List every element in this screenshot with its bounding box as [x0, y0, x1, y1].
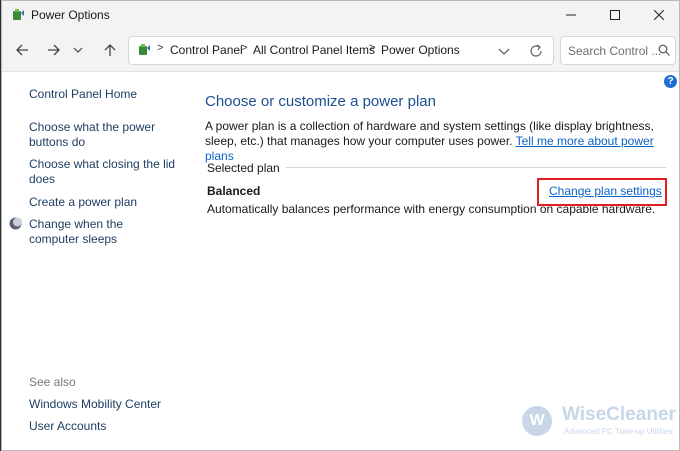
minimize-button[interactable]	[549, 1, 593, 29]
power-options-icon	[137, 43, 151, 57]
close-button[interactable]	[637, 1, 679, 29]
navigation-bar: > Control Panel > All Control Panel Item…	[2, 29, 679, 72]
power-options-window: Power Options > Control Panel > All Cont…	[1, 0, 680, 451]
breadcrumb-power-options[interactable]: Power Options	[381, 43, 460, 57]
mobility-center-link[interactable]: Windows Mobility Center	[29, 397, 179, 412]
close-icon	[654, 10, 664, 20]
moon-icon	[9, 217, 22, 230]
selected-plan-heading: Selected plan	[207, 161, 286, 175]
create-power-plan-link[interactable]: Create a power plan	[29, 195, 179, 210]
address-bar[interactable]: > Control Panel > All Control Panel Item…	[128, 36, 554, 65]
power-options-icon	[11, 8, 25, 22]
breadcrumb-separator: >	[369, 42, 376, 54]
maximize-icon	[610, 10, 620, 20]
control-panel-home-link[interactable]: Control Panel Home	[29, 87, 179, 102]
maximize-button[interactable]	[593, 1, 637, 29]
watermark-tagline: Advanced PC Tune-up Utilities	[564, 427, 673, 436]
logo-letter: W	[529, 412, 545, 429]
plan-name: Balanced	[207, 184, 261, 198]
user-accounts-link[interactable]: User Accounts	[29, 419, 179, 434]
recent-locations-button[interactable]	[70, 39, 86, 61]
see-also-label: See also	[29, 375, 76, 389]
breadcrumb-separator: >	[157, 42, 164, 54]
forward-button[interactable]	[43, 39, 65, 61]
chevron-down-icon	[498, 48, 510, 55]
back-button[interactable]	[11, 39, 33, 61]
power-buttons-link[interactable]: Choose what the power buttons do	[29, 120, 159, 150]
arrow-right-icon	[48, 44, 60, 56]
computer-sleeps-link[interactable]: Change when the computer sleeps	[29, 217, 169, 247]
highlight-annotation	[537, 178, 667, 206]
chevron-down-icon	[73, 47, 83, 53]
search-icon	[658, 44, 670, 56]
search-input[interactable]: Search Control ...	[568, 44, 661, 58]
closing-lid-link[interactable]: Choose what closing the lid does	[29, 157, 179, 187]
arrow-up-icon	[104, 44, 116, 56]
minimize-icon	[566, 14, 576, 16]
page-description: A power plan is a collection of hardware…	[205, 119, 671, 164]
breadcrumb-all-items[interactable]: All Control Panel Items	[253, 43, 375, 57]
address-history-button[interactable]	[496, 43, 512, 59]
title-bar: Power Options	[2, 1, 679, 29]
help-icon[interactable]: ?	[664, 75, 677, 88]
left-pane: Control Panel Home Choose what the power…	[2, 72, 192, 450]
page-title: Choose or customize a power plan	[205, 93, 436, 110]
window-title: Power Options	[31, 8, 110, 22]
breadcrumb-control-panel[interactable]: Control Panel	[170, 43, 243, 57]
wisecleaner-logo: W	[522, 406, 552, 436]
refresh-button[interactable]	[527, 42, 545, 60]
breadcrumb-separator: >	[241, 42, 248, 54]
arrow-left-icon	[16, 44, 28, 56]
watermark-name: WiseCleaner	[562, 404, 676, 425]
refresh-icon	[530, 44, 542, 57]
search-box[interactable]: Search Control ...	[560, 36, 676, 65]
up-button[interactable]	[99, 39, 121, 61]
